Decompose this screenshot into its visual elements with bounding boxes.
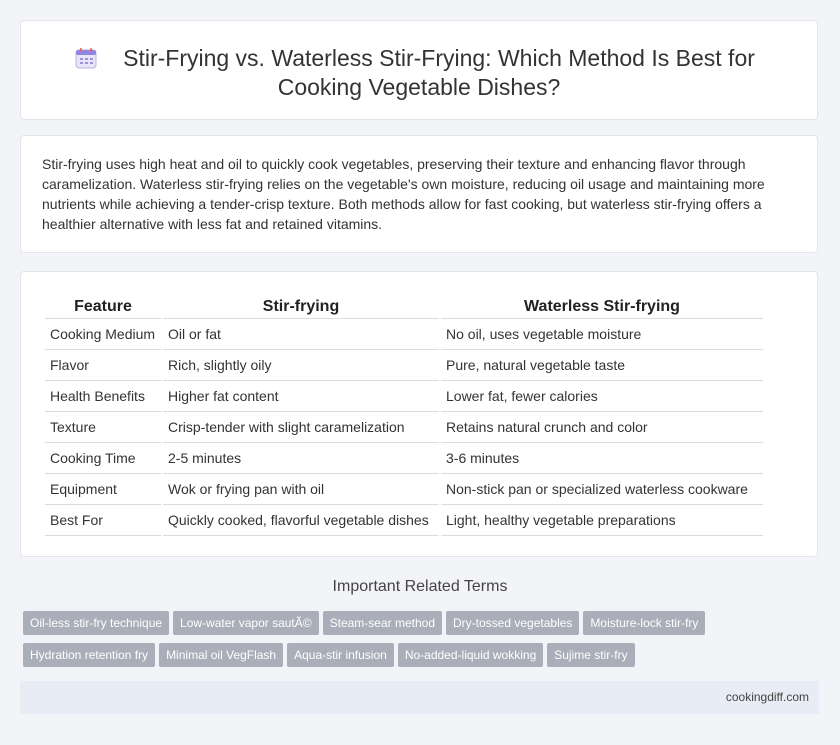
term-tag[interactable]: Steam-sear method (322, 611, 443, 635)
table-cell: Quickly cooked, flavorful vegetable dish… (163, 505, 439, 536)
comparison-table: Feature Stir-frying Waterless Stir-fryin… (43, 296, 765, 536)
table-cell: 3-6 minutes (441, 443, 763, 474)
table-row: Cooking Medium Oil or fat No oil, uses v… (45, 319, 763, 350)
related-terms-title: Important Related Terms (332, 578, 508, 595)
table-cell: Lower fat, fewer calories (441, 381, 763, 412)
table-cell: Oil or fat (163, 319, 439, 350)
table-cell: Rich, slightly oily (163, 350, 439, 381)
column-header: Stir-frying (163, 296, 439, 319)
term-tag[interactable]: Aqua-stir infusion (287, 643, 394, 667)
page-title: Stir-Frying vs. Waterless Stir-Frying: W… (21, 44, 817, 102)
table-row: Health Benefits Higher fat content Lower… (45, 381, 763, 412)
table-row: Cooking Time 2-5 minutes 3-6 minutes (45, 443, 763, 474)
table-cell: Non-stick pan or specialized waterless c… (441, 474, 763, 505)
term-tag[interactable]: Sujime stir-fry (547, 643, 635, 667)
term-tag[interactable]: Moisture-lock stir-fry (583, 611, 706, 635)
table-cell: Cooking Time (45, 443, 161, 474)
term-tag[interactable]: Low-water vapor sautÃ© (173, 611, 319, 635)
table-cell: No oil, uses vegetable moisture (441, 319, 763, 350)
table-cell: Health Benefits (45, 381, 161, 412)
term-tag[interactable]: Minimal oil VegFlash (159, 643, 284, 667)
comparison-card: Feature Stir-frying Waterless Stir-fryin… (20, 271, 818, 557)
table-cell: Cooking Medium (45, 319, 161, 350)
table-cell: Crisp-tender with slight caramelization (163, 412, 439, 443)
column-header: Feature (45, 296, 161, 319)
table-cell: Texture (45, 412, 161, 443)
footer-site-link[interactable]: cookingdiff.com (726, 690, 809, 704)
table-cell: 2-5 minutes (163, 443, 439, 474)
term-tag[interactable]: Dry-tossed vegetables (446, 611, 580, 635)
table-row: Best For Quickly cooked, flavorful veget… (45, 505, 763, 536)
table-row: Equipment Wok or frying pan with oil Non… (45, 474, 763, 505)
table-cell: Flavor (45, 350, 161, 381)
title-card: Stir-Frying vs. Waterless Stir-Frying: W… (20, 20, 818, 120)
table-cell: Wok or frying pan with oil (163, 474, 439, 505)
footer: cookingdiff.com (20, 681, 819, 714)
column-header: Waterless Stir-frying (441, 296, 763, 319)
table-cell: Pure, natural vegetable taste (441, 350, 763, 381)
table-row: Texture Crisp-tender with slight caramel… (45, 412, 763, 443)
table-cell: Retains natural crunch and color (441, 412, 763, 443)
page-title-line1: Stir-Frying vs. Waterless Stir-Frying: W… (123, 45, 755, 71)
related-terms-list: Oil-less stir-fry technique Low-water vap… (23, 611, 823, 675)
table-cell: Best For (45, 505, 161, 536)
table-header-row: Feature Stir-frying Waterless Stir-fryin… (45, 296, 763, 319)
intro-paragraph: Stir-frying uses high heat and oil to qu… (42, 156, 765, 232)
page-title-line2: Cooking Vegetable Dishes? (277, 74, 561, 100)
table-cell: Light, healthy vegetable preparations (441, 505, 763, 536)
table-row: Flavor Rich, slightly oily Pure, natural… (45, 350, 763, 381)
term-tag[interactable]: Hydration retention fry (23, 643, 156, 667)
table-cell: Equipment (45, 474, 161, 505)
term-tag[interactable]: Oil-less stir-fry technique (23, 611, 170, 635)
table-cell: Higher fat content (163, 381, 439, 412)
term-tag[interactable]: No-added-liquid wokking (397, 643, 544, 667)
intro-card: Stir-frying uses high heat and oil to qu… (20, 135, 818, 253)
